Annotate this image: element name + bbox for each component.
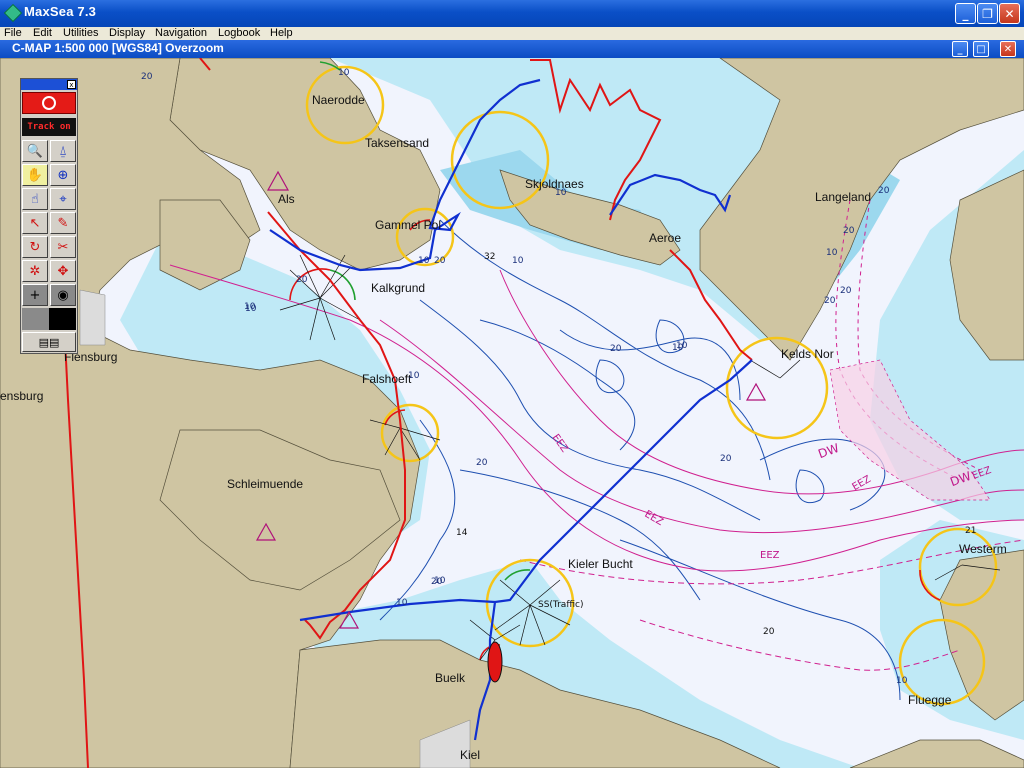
depth-label: 10 (826, 248, 838, 258)
menu-navigation[interactable]: Navigation (155, 27, 207, 39)
pan-tool[interactable]: ☝ (22, 188, 48, 210)
place-kieler-bucht: Kieler Bucht (568, 557, 633, 571)
minimize-button[interactable]: _ (955, 3, 976, 24)
place-taksensand: Taksensand (365, 136, 430, 150)
depth-label: 10 (408, 371, 420, 381)
depth-label: 21 (965, 526, 977, 536)
chart-maximize-button[interactable]: □ (973, 41, 989, 57)
plus-tool[interactable]: + (22, 284, 48, 306)
cut-tool[interactable]: ✂ (50, 236, 76, 258)
place-falshoeft: Falshoeft (362, 372, 412, 386)
depth-label: 10 (418, 256, 430, 266)
place-flensburg-2: ensburg (0, 389, 44, 403)
target-tool[interactable]: ◉ (50, 284, 76, 306)
place-gammel-pol: Gammel Pol (375, 218, 442, 232)
place-schleimuende: Schleimuende (227, 477, 304, 491)
pencil-tool[interactable]: ✎ (50, 212, 76, 234)
depth-label: 20 (720, 454, 732, 464)
track-on-button[interactable]: Track on (22, 118, 76, 136)
window-title: MaxSea 7.3 (24, 4, 97, 19)
chart-canvas[interactable] (0, 58, 1024, 768)
depth-label: 20 (141, 72, 153, 82)
menu-file[interactable]: File (4, 27, 22, 39)
tool-palette: x Track on 🔍 ⍙ ✋ ⊕ ☝ ⌖ ↖ ✎ ↻ ✂ ✲ ✥ + ◉ ▤… (20, 78, 78, 354)
ship-marker (487, 641, 503, 683)
rotate-tool[interactable]: ↻ (22, 236, 48, 258)
depth-label: 10 (338, 68, 350, 78)
mark-tool[interactable]: ✲ (22, 260, 48, 282)
menu-help[interactable]: Help (270, 27, 293, 39)
depth-label: 10 (512, 256, 524, 266)
place-als: Als (278, 192, 295, 206)
depth-label: 10 (555, 188, 567, 198)
window-titlebar: MaxSea 7.3 _ ❐ ✕ (0, 0, 1024, 27)
route-tool[interactable]: ⌖ (50, 188, 76, 210)
color-swatch-gray[interactable] (22, 308, 49, 330)
depth-label: 20 (843, 226, 855, 236)
depth-label: 10 (896, 676, 908, 686)
close-button[interactable]: ✕ (999, 3, 1020, 24)
depth-label: 20 (840, 286, 852, 296)
place-aeroe: Aeroe (649, 231, 682, 245)
crosshair-tool[interactable]: ⊕ (50, 164, 76, 186)
chart-window-titlebar: C-MAP 1:500 000 [WGS84] Overzoom _ □ ✕ (0, 40, 1024, 58)
hand-tool[interactable]: ✋ (22, 164, 48, 186)
maxsea-app-icon (3, 3, 23, 23)
select-tool[interactable]: ↖ (22, 212, 48, 234)
place-kelds-nor: Kelds Nor (781, 347, 834, 361)
depth-label: 20 (824, 296, 836, 306)
menu-utilities[interactable]: Utilities (63, 27, 98, 39)
chart-minimize-button[interactable]: _ (952, 41, 968, 57)
traffic-label: SS(Traffic) (538, 600, 584, 610)
record-button[interactable] (22, 92, 76, 114)
depth-label: 20 (434, 256, 446, 266)
place-buelk: Buelk (435, 671, 466, 685)
depth-label: 20 (878, 186, 890, 196)
depth-label: 10 (245, 304, 257, 314)
zoom-tool[interactable]: 🔍 (22, 140, 48, 162)
place-fluegge: Fluegge (908, 693, 952, 707)
record-icon (42, 96, 56, 110)
place-naerodde: Naerodde (312, 93, 365, 107)
zone-label-eez: EEZ (760, 550, 780, 561)
depth-label: 20 (610, 344, 622, 354)
depth-label: 32 (484, 252, 496, 262)
depth-label: 10 (676, 341, 688, 351)
place-kiel: Kiel (460, 748, 481, 762)
move-tool[interactable]: ✥ (50, 260, 76, 282)
place-westermarkelsdorf: Westerm (959, 542, 1007, 556)
depth-label: 20 (296, 275, 308, 285)
place-kalkgrund: Kalkgrund (371, 281, 426, 295)
menu-edit[interactable]: Edit (33, 27, 52, 39)
hatched-area-west (79, 289, 106, 346)
depth-label: 20 (476, 458, 488, 468)
maximize-button[interactable]: ❐ (977, 3, 998, 24)
menu-logbook[interactable]: Logbook (218, 27, 260, 39)
tool-palette-close-button[interactable]: x (67, 80, 76, 89)
menu-display[interactable]: Display (109, 27, 145, 39)
color-swatch-black[interactable] (49, 308, 76, 330)
depth-label: 10 (396, 598, 408, 608)
place-langeland: Langeland (815, 190, 872, 204)
nautical-chart[interactable]: Naerodde Taksensand Skjoldnaes Als Gamme… (0, 58, 1024, 768)
menu-bar: File Edit Utilities Display Navigation L… (0, 27, 1024, 40)
layers-button[interactable]: ▤▤ (22, 332, 76, 352)
depth-label: 14 (456, 528, 468, 538)
compass-tool[interactable]: ⍙ (50, 140, 76, 162)
depth-label: 20 (431, 577, 443, 587)
chart-window-title: C-MAP 1:500 000 [WGS84] Overzoom (12, 41, 224, 55)
depth-label: 20 (763, 627, 775, 637)
chart-close-button[interactable]: ✕ (1000, 41, 1016, 57)
